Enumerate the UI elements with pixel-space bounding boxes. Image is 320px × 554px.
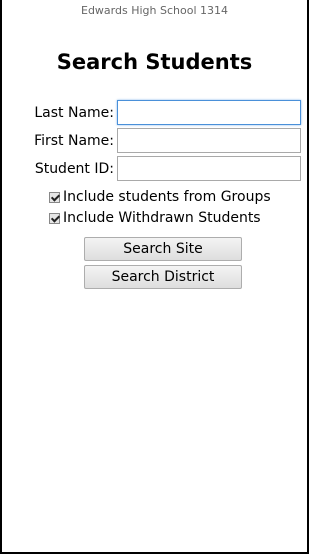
first-name-field[interactable] bbox=[117, 128, 301, 153]
student-id-field[interactable] bbox=[117, 156, 301, 181]
include-withdrawn-checkbox[interactable] bbox=[49, 212, 60, 224]
search-panel: Edwards High School 1314 Search Students… bbox=[0, 0, 309, 554]
first-name-label: First Name: bbox=[34, 132, 114, 149]
search-district-button[interactable]: Search District bbox=[84, 265, 242, 289]
include-withdrawn-label: Include Withdrawn Students bbox=[63, 210, 261, 226]
last-name-label: Last Name: bbox=[34, 104, 114, 121]
student-id-row: Student ID: bbox=[6, 156, 301, 181]
student-id-label: Student ID: bbox=[34, 160, 114, 177]
first-name-row: First Name: bbox=[6, 128, 301, 153]
include-withdrawn-option[interactable]: Include Withdrawn Students bbox=[49, 208, 261, 228]
search-site-button[interactable]: Search Site bbox=[84, 237, 242, 261]
last-name-row: Last Name: bbox=[6, 100, 301, 125]
school-name: Edwards High School 1314 bbox=[81, 4, 228, 17]
include-groups-checkbox[interactable] bbox=[49, 191, 60, 203]
page-title: Search Students bbox=[56, 50, 253, 74]
last-name-field[interactable] bbox=[117, 100, 301, 125]
include-groups-option[interactable]: Include students from Groups bbox=[49, 187, 271, 207]
include-groups-label: Include students from Groups bbox=[63, 189, 271, 205]
